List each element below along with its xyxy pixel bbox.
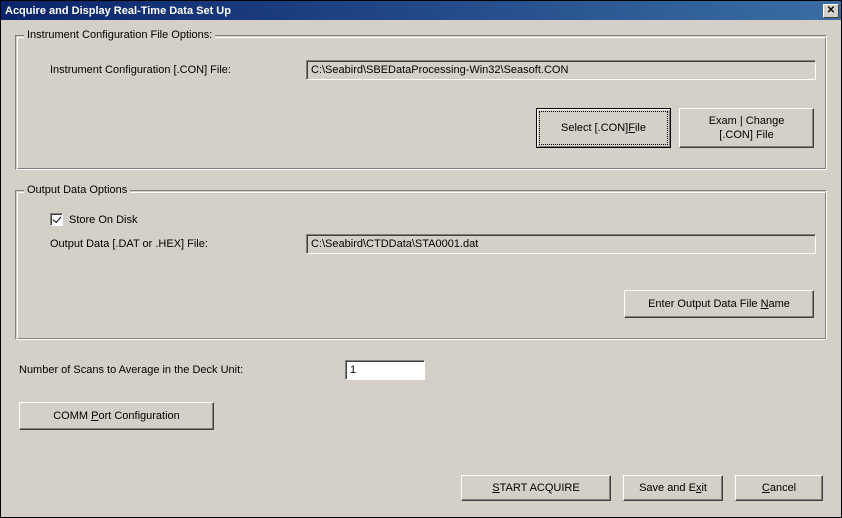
- exam-change-con-file-button[interactable]: Exam | Change[.CON] File: [679, 108, 814, 148]
- config-file-label: Instrument Configuration [.CON] File:: [26, 64, 286, 76]
- group-output-data-legend: Output Data Options: [24, 184, 130, 196]
- window-title: Acquire and Display Real-Time Data Set U…: [5, 5, 231, 17]
- store-on-disk-label: Store On Disk: [69, 214, 137, 226]
- enter-output-filename-button[interactable]: Enter Output Data File Name: [624, 290, 814, 318]
- close-button[interactable]: ✕: [823, 4, 839, 18]
- footer-buttons: START ACQUIRE Save and Exit Cancel: [461, 475, 823, 501]
- save-and-exit-button[interactable]: Save and Exit: [623, 475, 723, 501]
- comm-port-config-button[interactable]: COMM Port Configuration: [19, 402, 214, 430]
- select-con-file-button[interactable]: Select [.CON] File: [536, 108, 671, 148]
- group-instrument-config: Instrument Configuration File Options: I…: [15, 35, 827, 170]
- group-instrument-config-legend: Instrument Configuration File Options:: [24, 29, 215, 41]
- close-icon: ✕: [827, 6, 835, 16]
- scans-average-input[interactable]: 1: [345, 360, 425, 380]
- cancel-button[interactable]: Cancel: [735, 475, 823, 501]
- start-acquire-button[interactable]: START ACQUIRE: [461, 475, 611, 501]
- group-output-data: Output Data Options Store On Disk Output…: [15, 190, 827, 340]
- client-area: Instrument Configuration File Options: I…: [1, 20, 841, 517]
- output-file-label: Output Data [.DAT or .HEX] File:: [26, 238, 286, 250]
- scans-average-label: Number of Scans to Average in the Deck U…: [19, 364, 327, 376]
- output-file-field: C:\Seabird\CTDData\STA0001.dat: [306, 234, 816, 254]
- config-file-field: C:\Seabird\SBEDataProcessing-Win32\Seaso…: [306, 60, 816, 80]
- titlebar: Acquire and Display Real-Time Data Set U…: [1, 1, 841, 20]
- store-on-disk-checkbox[interactable]: [50, 213, 63, 226]
- dialog-window: Acquire and Display Real-Time Data Set U…: [0, 0, 842, 518]
